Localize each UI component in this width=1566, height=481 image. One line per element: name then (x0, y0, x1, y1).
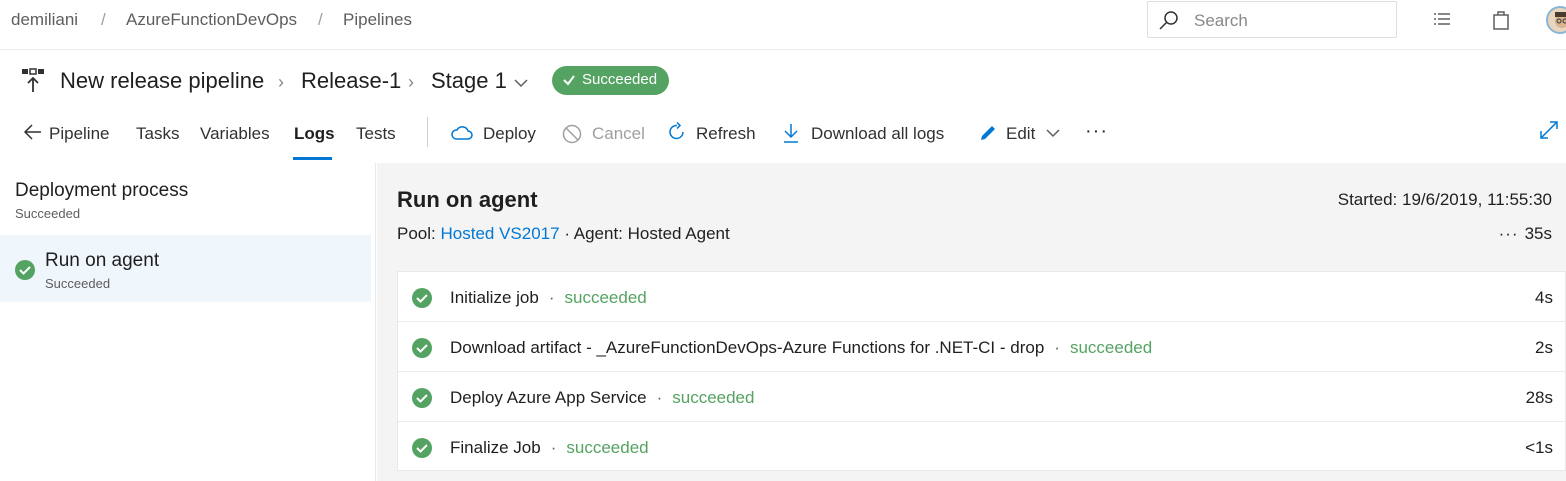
breadcrumb-section[interactable]: Pipelines (343, 10, 412, 30)
status-badge-label: Succeeded (582, 71, 658, 88)
chevron-down-icon[interactable] (514, 78, 528, 88)
job-pool-info: Pool: Hosted VS2017 · Agent: Hosted Agen… (397, 224, 730, 244)
pool-link[interactable]: Hosted VS2017 (440, 224, 559, 243)
release-name[interactable]: Release-1 (301, 68, 401, 94)
stage-name[interactable]: Stage 1 (431, 68, 507, 94)
step-name: Deploy Azure App Service (450, 388, 647, 407)
edit-button[interactable]: Edit (1006, 124, 1035, 144)
deploy-button[interactable]: Deploy (483, 124, 536, 144)
pencil-icon (981, 126, 995, 140)
chevron-down-icon[interactable] (1046, 128, 1060, 138)
success-check-icon (412, 438, 432, 458)
chevron-right-icon: › (278, 72, 284, 92)
job-more-button[interactable]: ··· (1499, 224, 1519, 243)
search-icon (1159, 11, 1178, 30)
tab-variables[interactable]: Variables (200, 124, 270, 144)
step-status: succeeded (566, 438, 649, 457)
step-status: succeeded (564, 288, 647, 307)
separator-dot: · (548, 288, 555, 307)
shopping-bag-icon[interactable] (1492, 10, 1510, 30)
step-duration: 2s (1535, 338, 1553, 357)
job-duration-area: ··· 35s (1450, 224, 1552, 244)
more-actions-button[interactable]: ··· (1085, 120, 1108, 143)
step-name: Initialize job (450, 288, 539, 307)
pipeline-name[interactable]: New release pipeline (60, 68, 264, 94)
job-steps-list: Initialize job · succeeded 4s Download art… (397, 271, 1566, 471)
step-name-container: Deploy Azure App Service · succeeded (450, 388, 754, 408)
pool-label: Pool: (397, 224, 436, 243)
step-duration: 4s (1535, 288, 1553, 307)
step-name: Finalize Job (450, 438, 541, 457)
breadcrumb-separator: / (101, 10, 106, 29)
refresh-icon (669, 122, 684, 140)
agent-label: · Agent: Hosted Agent (564, 224, 730, 243)
breadcrumb-separator: / (318, 10, 323, 29)
step-name-container: Download artifact - _AzureFunctionDevOps… (450, 338, 1152, 358)
step-name-container: Finalize Job · succeeded (450, 438, 649, 458)
job-duration: 35s (1524, 224, 1552, 243)
deployment-process-status: Succeeded (15, 206, 81, 221)
step-name: Download artifact - _AzureFunctionDevOps… (450, 338, 1045, 357)
top-bar: demiliani / AzureFunctionDevOps / Pipeli… (0, 0, 1566, 50)
search-placeholder: Search (1194, 11, 1248, 30)
tab-logs[interactable]: Logs (294, 124, 335, 144)
step-duration: 28s (1525, 388, 1553, 407)
separator-dot: · (550, 438, 557, 457)
back-arrow-icon[interactable] (24, 124, 42, 140)
cancel-icon (562, 124, 582, 144)
step-status: succeeded (1069, 338, 1153, 357)
step-status: succeeded (672, 388, 755, 407)
job-started-time: Started: 19/6/2019, 11:55:30 (1337, 190, 1552, 209)
cloud-icon (451, 126, 473, 140)
run-on-agent-label: Run on agent (45, 250, 160, 271)
download-icon (784, 124, 798, 143)
refresh-button[interactable]: Refresh (696, 124, 756, 144)
release-pipeline-icon (22, 68, 44, 92)
download-all-logs-button[interactable]: Download all logs (811, 124, 944, 144)
tab-tests[interactable]: Tests (356, 124, 396, 144)
step-duration: <1s (1525, 438, 1553, 457)
checkmark-icon (563, 75, 575, 86)
tab-tasks[interactable]: Tasks (136, 124, 179, 144)
breadcrumb-org[interactable]: demiliani (11, 10, 78, 30)
active-tab-indicator (293, 157, 332, 160)
run-on-agent-status: Succeeded (45, 276, 111, 291)
breadcrumb-project[interactable]: AzureFunctionDevOps (126, 10, 297, 30)
cancel-button[interactable]: Cancel (592, 124, 645, 144)
avatar[interactable] (1546, 6, 1566, 34)
step-row[interactable]: Finalize Job · succeeded <1s (398, 422, 1566, 472)
separator-dot: · (656, 388, 663, 407)
search-input[interactable]: Search (1147, 1, 1397, 38)
success-check-icon (412, 288, 432, 308)
step-row[interactable]: Deploy Azure App Service · succeeded 28s (398, 372, 1566, 422)
step-row[interactable]: Initialize job · succeeded 4s (398, 272, 1566, 322)
step-name-container: Initialize job · succeeded (450, 288, 647, 308)
deployment-process-title[interactable]: Deployment process (15, 180, 188, 202)
step-row[interactable]: Download artifact - _AzureFunctionDevOps… (398, 322, 1566, 372)
list-settings-icon[interactable] (1432, 10, 1452, 30)
status-badge: Succeeded (552, 66, 669, 95)
job-title: Run on agent (397, 187, 538, 212)
tab-pipeline[interactable]: Pipeline (49, 124, 110, 144)
expand-icon[interactable] (1539, 120, 1559, 140)
toolbar-divider (427, 117, 428, 147)
separator-dot: · (1054, 338, 1060, 357)
chevron-right-icon: › (408, 72, 414, 92)
success-check-icon (412, 388, 432, 408)
success-check-icon (15, 260, 35, 280)
success-check-icon (412, 338, 432, 358)
user-avatar-icon (1548, 8, 1566, 32)
